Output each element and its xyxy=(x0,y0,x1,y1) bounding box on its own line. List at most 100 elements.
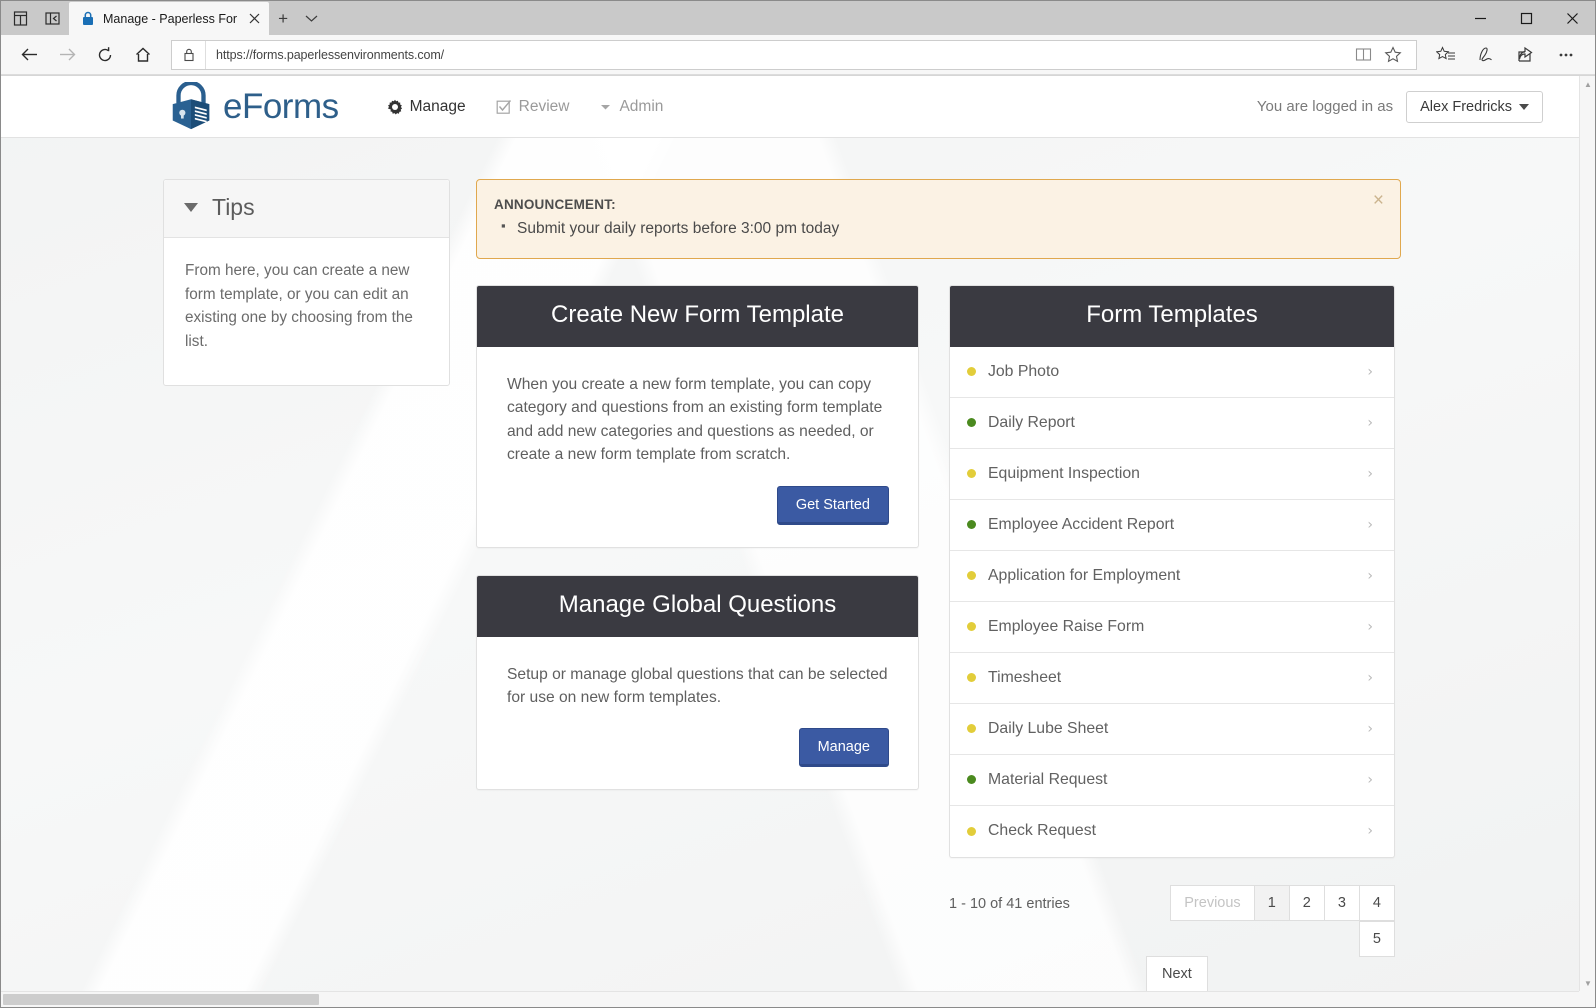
list-item-label: Application for Employment xyxy=(988,566,1181,584)
status-badge xyxy=(967,367,976,376)
window-controls xyxy=(1457,1,1595,35)
chevron-down-icon[interactable] xyxy=(297,2,325,35)
announcement-title: ANNOUNCEMENT: xyxy=(494,197,616,212)
site-header: eForms Manage Review Admin You are logge… xyxy=(1,76,1579,138)
user-area: You are logged in as Alex Fredricks xyxy=(1256,90,1543,123)
star-icon[interactable] xyxy=(1380,42,1406,68)
table-row[interactable]: Material Request › xyxy=(950,755,1394,806)
brand[interactable]: eForms xyxy=(168,81,339,132)
pagination-page-2[interactable]: 2 xyxy=(1288,885,1325,921)
pagination-page-4[interactable]: 4 xyxy=(1358,885,1395,921)
pagination-previous[interactable]: Previous xyxy=(1170,885,1255,921)
home-icon[interactable] xyxy=(125,39,161,71)
nav-item-manage[interactable]: Manage xyxy=(387,98,466,116)
table-row[interactable]: Timesheet › xyxy=(950,653,1394,704)
address-bar[interactable]: https://forms.paperlessenvironments.com/ xyxy=(171,39,1417,70)
url-text: https://forms.paperlessenvironments.com/ xyxy=(216,47,445,62)
chevron-right-icon: › xyxy=(1367,567,1373,584)
status-badge xyxy=(967,724,976,733)
set-aside-tabs-icon[interactable] xyxy=(41,7,63,29)
form-templates-title: Form Templates xyxy=(950,286,1394,347)
tips-body: From here, you can create a new form tem… xyxy=(185,262,413,351)
create-template-card: Create New Form Template When you create… xyxy=(476,285,919,548)
nav-item-admin[interactable]: Admin xyxy=(599,98,663,116)
scroll-up-icon[interactable]: ▲ xyxy=(1580,76,1595,92)
table-row[interactable]: Check Request › xyxy=(950,806,1394,857)
create-template-text: When you create a new form template, you… xyxy=(507,376,883,464)
global-questions-text: Setup or manage global questions that ca… xyxy=(507,665,888,706)
caret-down-icon xyxy=(1519,103,1529,110)
user-menu-button[interactable]: Alex Fredricks xyxy=(1406,90,1543,123)
tab-preview-icon[interactable] xyxy=(9,7,31,29)
logged-in-label: You are logged in as xyxy=(1256,98,1394,115)
status-badge xyxy=(967,622,976,631)
status-badge xyxy=(967,673,976,682)
global-questions-title: Manage Global Questions xyxy=(477,575,918,637)
chevron-right-icon: › xyxy=(1367,618,1373,635)
maximize-icon[interactable] xyxy=(1503,1,1549,35)
create-template-actions: Get Started xyxy=(507,485,889,525)
browser-window: Manage - Paperless For + https://forms.p… xyxy=(0,0,1596,1008)
new-tab-button[interactable]: + xyxy=(269,2,297,35)
gear-icon xyxy=(387,99,403,115)
tips-header[interactable]: Tips xyxy=(164,180,449,238)
table-row[interactable]: Employee Raise Form › xyxy=(950,602,1394,653)
horizontal-scrollbar[interactable] xyxy=(1,991,1579,1007)
horizontal-scroll-thumb[interactable] xyxy=(3,994,319,1005)
ellipsis-icon[interactable] xyxy=(1547,39,1585,71)
pagination-page-5[interactable]: 5 xyxy=(1358,921,1395,957)
chevron-right-icon: › xyxy=(1367,363,1373,380)
pagination-next-wrap: Next xyxy=(1146,956,1395,991)
book-icon[interactable] xyxy=(1350,42,1376,68)
vertical-scrollbar[interactable]: ▲ ▼ xyxy=(1579,76,1595,991)
left-cards-column: Create New Form Template When you create… xyxy=(476,285,919,817)
favorites-list-icon[interactable] xyxy=(1427,39,1465,71)
caret-down-icon xyxy=(599,100,612,113)
list-item-label: Job Photo xyxy=(988,362,1060,380)
address-bar-actions xyxy=(1350,42,1412,68)
nav-label-review: Review xyxy=(518,97,570,115)
tips-title: Tips xyxy=(212,194,255,220)
announcement-item: Submit your daily reports before 3:00 pm… xyxy=(501,218,1380,238)
pagination-info: 1 - 10 of 41 entries xyxy=(949,896,1070,912)
browser-titlebar: Manage - Paperless For + xyxy=(1,1,1595,35)
close-icon[interactable] xyxy=(245,10,263,28)
manage-button[interactable]: Manage xyxy=(798,728,889,768)
pagination-next[interactable]: Next xyxy=(1146,956,1208,991)
scrollbar-corner xyxy=(1579,991,1595,1007)
pen-icon[interactable] xyxy=(1467,39,1505,71)
chevron-right-icon: › xyxy=(1367,465,1373,482)
forward-arrow-icon[interactable] xyxy=(49,39,85,71)
pagination-page-1[interactable]: 1 xyxy=(1253,885,1290,921)
table-row[interactable]: Employee Accident Report › xyxy=(950,500,1394,551)
toolbar-right-actions xyxy=(1427,39,1585,71)
refresh-icon[interactable] xyxy=(87,39,123,71)
close-icon[interactable] xyxy=(1549,1,1595,35)
chevron-right-icon: › xyxy=(1367,414,1373,431)
status-badge xyxy=(967,520,976,529)
close-icon[interactable]: × xyxy=(1373,191,1384,210)
table-row[interactable]: Daily Lube Sheet › xyxy=(950,704,1394,755)
form-templates-list: Job Photo › Daily Report › Equipment Inspect… xyxy=(950,347,1394,857)
lock-icon xyxy=(81,11,95,27)
list-item-label: Timesheet xyxy=(988,668,1062,686)
pagination-page-3[interactable]: 3 xyxy=(1323,885,1360,921)
browser-tab[interactable]: Manage - Paperless For xyxy=(69,2,270,35)
caret-down-icon xyxy=(184,203,198,212)
announcement-list: Submit your daily reports before 3:00 pm… xyxy=(494,218,1380,238)
global-questions-actions: Manage xyxy=(507,728,889,768)
minimize-icon[interactable] xyxy=(1457,1,1503,35)
get-started-button[interactable]: Get Started xyxy=(776,485,889,525)
list-item-label: Daily Report xyxy=(988,413,1075,431)
checkbox-icon xyxy=(496,99,512,115)
table-row[interactable]: Application for Employment › xyxy=(950,551,1394,602)
list-item-label: Daily Lube Sheet xyxy=(988,719,1109,737)
share-icon[interactable] xyxy=(1507,39,1545,71)
table-row[interactable]: Job Photo › xyxy=(950,347,1394,398)
nav-item-review[interactable]: Review xyxy=(496,97,570,116)
table-row[interactable]: Equipment Inspection › xyxy=(950,449,1394,500)
back-arrow-icon[interactable] xyxy=(11,39,47,71)
table-row[interactable]: Daily Report › xyxy=(950,398,1394,449)
scroll-down-icon[interactable]: ▼ xyxy=(1580,975,1595,991)
global-questions-card: Manage Global Questions Setup or manage … xyxy=(476,574,919,791)
